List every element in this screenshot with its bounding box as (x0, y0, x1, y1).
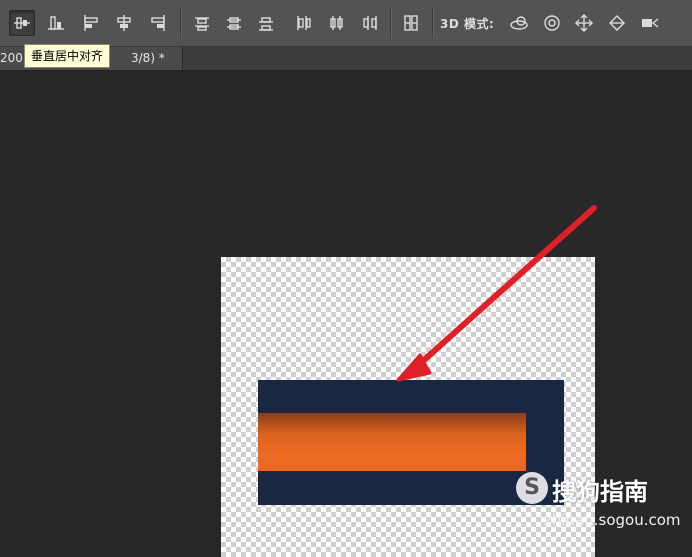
watermark-name: 搜狗指南 (552, 478, 648, 506)
sogou-logo-icon: S (516, 472, 548, 504)
watermark: S 搜狗指南 zhinan.sogou.com (512, 472, 692, 557)
watermark-url: zhinan.sogou.com (544, 511, 681, 529)
